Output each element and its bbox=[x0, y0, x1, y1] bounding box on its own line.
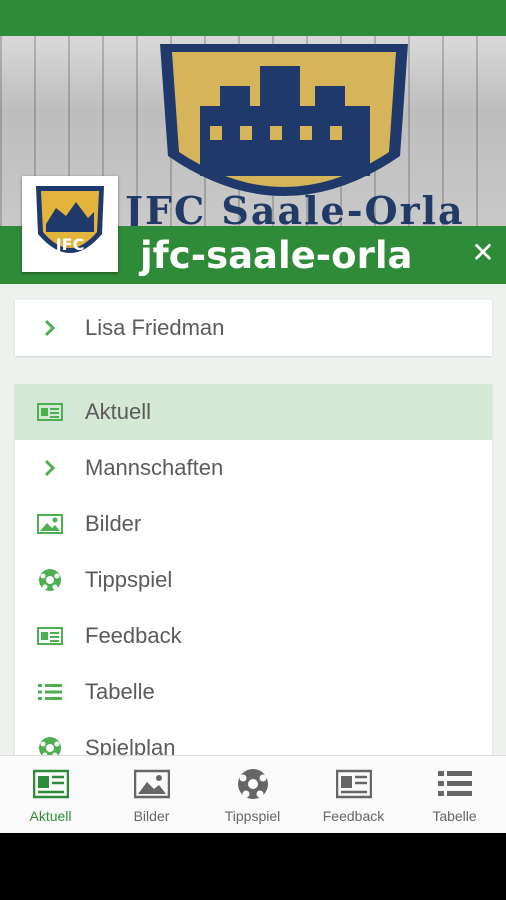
menu-item-tabelle[interactable]: Tabelle bbox=[15, 664, 492, 720]
navigation-drawer: Lisa Friedman Aktuell Mannschaften Bilde… bbox=[0, 284, 506, 755]
logo-text: JFC bbox=[55, 235, 85, 254]
menu-item-label: Spielplan bbox=[85, 735, 176, 755]
bottom-navigation: Aktuell Bilder Tippspiel Feedback Tabell… bbox=[0, 755, 506, 834]
tab-label: Tabelle bbox=[432, 808, 477, 824]
newspaper-icon bbox=[37, 627, 63, 645]
user-name: Lisa Friedman bbox=[85, 315, 225, 340]
tab-label: Tippspiel bbox=[224, 808, 281, 824]
menu-item-label: Tabelle bbox=[85, 679, 155, 704]
newspaper-icon bbox=[37, 403, 63, 421]
chevron-right-icon bbox=[44, 319, 56, 337]
menu-item-tippspiel[interactable]: Tippspiel bbox=[15, 552, 492, 608]
menu-item-label: Tippspiel bbox=[85, 567, 173, 592]
tab-label: Feedback bbox=[322, 808, 385, 824]
system-navigation-bar bbox=[0, 833, 506, 900]
tab-feedback[interactable]: Feedback bbox=[303, 756, 404, 834]
tab-tabelle[interactable]: Tabelle bbox=[404, 756, 505, 834]
newspaper-icon bbox=[336, 769, 372, 799]
soccer-ball-icon bbox=[39, 737, 61, 755]
tab-aktuell[interactable]: Aktuell bbox=[0, 756, 101, 834]
club-logo: JFC bbox=[22, 176, 118, 272]
menu-item-label: Feedback bbox=[85, 623, 182, 648]
user-row[interactable]: Lisa Friedman bbox=[15, 300, 492, 356]
banner-title-text: JFC Saale-Orla bbox=[125, 188, 465, 226]
menu-card: Aktuell Mannschaften Bilder Tippspiel Fe… bbox=[15, 384, 492, 755]
image-icon bbox=[134, 769, 170, 799]
close-icon[interactable]: ✕ bbox=[466, 236, 500, 270]
list-icon bbox=[438, 771, 472, 796]
status-bar bbox=[0, 0, 506, 36]
tab-tippspiel[interactable]: Tippspiel bbox=[202, 756, 303, 834]
soccer-ball-icon bbox=[39, 569, 61, 591]
list-icon bbox=[38, 684, 62, 700]
soccer-ball-icon bbox=[238, 769, 268, 799]
chevron-right-icon bbox=[44, 459, 56, 477]
menu-item-label: Mannschaften bbox=[85, 455, 224, 480]
tab-label: Aktuell bbox=[29, 808, 72, 824]
newspaper-icon bbox=[33, 769, 69, 799]
menu-item-mannschaften[interactable]: Mannschaften bbox=[15, 440, 492, 496]
tab-bilder[interactable]: Bilder bbox=[101, 756, 202, 834]
image-icon bbox=[37, 514, 63, 534]
menu-item-label: Bilder bbox=[85, 511, 142, 536]
user-card: Lisa Friedman bbox=[15, 300, 492, 356]
club-title: jfc-saale-orla bbox=[140, 234, 413, 277]
menu-item-label: Aktuell bbox=[85, 399, 152, 424]
menu-item-bilder[interactable]: Bilder bbox=[15, 496, 492, 552]
menu-item-feedback[interactable]: Feedback bbox=[15, 608, 492, 664]
menu-item-spielplan[interactable]: Spielplan bbox=[15, 720, 492, 755]
tab-label: Bilder bbox=[133, 808, 170, 824]
menu-item-aktuell[interactable]: Aktuell bbox=[15, 384, 492, 440]
